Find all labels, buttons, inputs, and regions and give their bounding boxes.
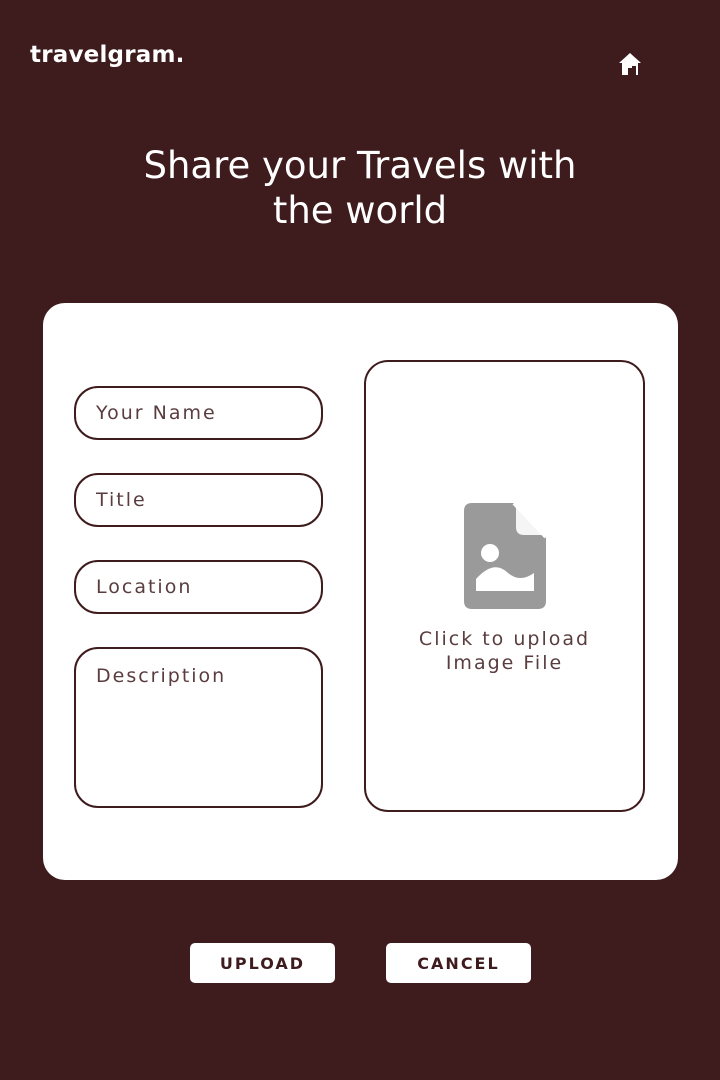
home-icon bbox=[619, 53, 641, 75]
upload-hint-text: Click to upload Image File bbox=[418, 628, 591, 674]
image-file-icon bbox=[463, 503, 546, 609]
image-upload-area[interactable]: Click to upload Image File bbox=[364, 360, 645, 812]
description-textarea[interactable] bbox=[74, 647, 323, 808]
title-input[interactable] bbox=[74, 473, 323, 527]
cancel-button[interactable]: CANCEL bbox=[386, 943, 531, 983]
home-button[interactable] bbox=[616, 50, 644, 78]
location-input[interactable] bbox=[74, 560, 323, 614]
upload-form-card: Click to upload Image File bbox=[43, 303, 678, 880]
upload-button[interactable]: UPLOAD bbox=[190, 943, 335, 983]
page: travelgram. Share your Travels with the … bbox=[0, 0, 720, 1080]
app-logo[interactable]: travelgram. bbox=[30, 42, 185, 68]
name-input[interactable] bbox=[74, 386, 323, 440]
page-title: Share your Travels with the world bbox=[143, 144, 577, 232]
